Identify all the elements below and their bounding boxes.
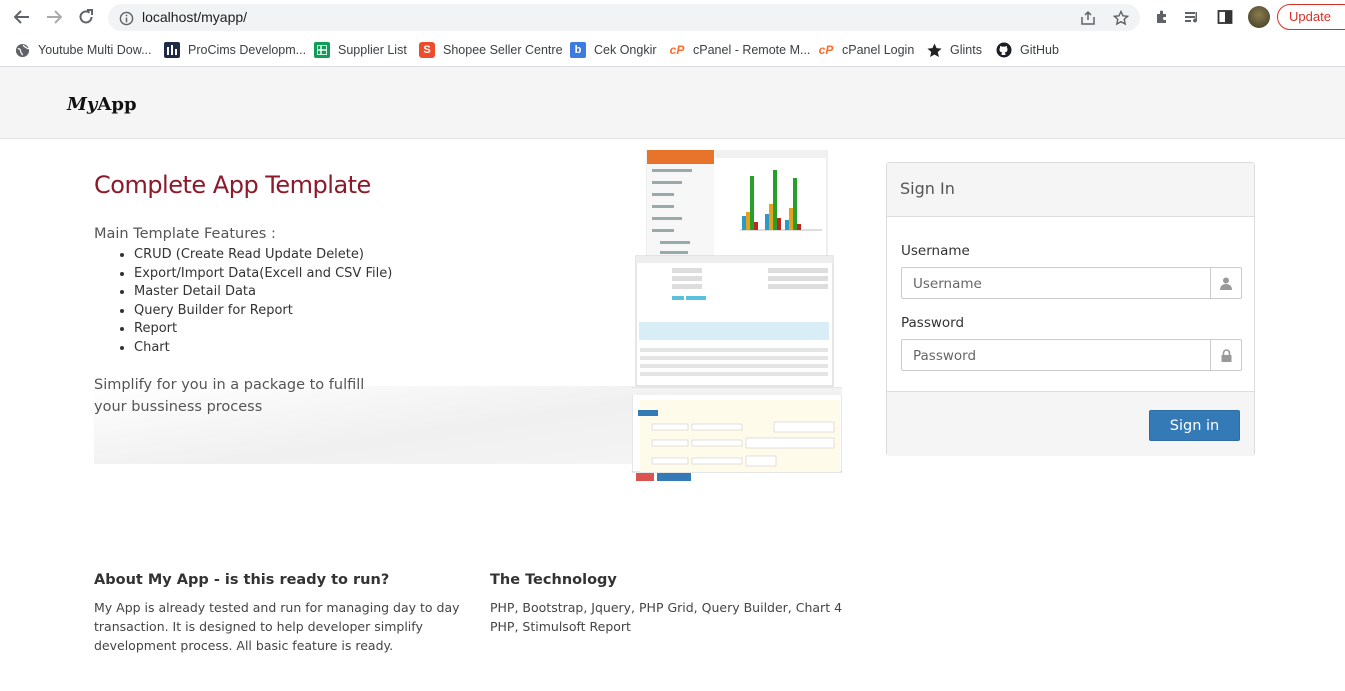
app-preview-collage — [631, 149, 843, 481]
features-list: CRUD (Create Read Update Delete) Export/… — [116, 246, 392, 358]
sign-in-button[interactable]: Sign in — [1149, 410, 1240, 441]
bookmark-item[interactable]: cP cPanel - Remote M... — [669, 40, 811, 60]
procims-icon — [164, 42, 180, 58]
app-navbar: MyApp — [0, 67, 1345, 139]
app-screenshots-image — [631, 149, 843, 485]
forward-button[interactable] — [43, 6, 65, 28]
sign-in-title: Sign In — [887, 163, 1254, 217]
features-heading: Main Template Features : — [94, 226, 276, 242]
arrow-right-icon — [47, 10, 62, 24]
bookmark-item[interactable]: Glints — [926, 40, 982, 60]
about-text-line: My App is already tested and run for man… — [94, 600, 460, 615]
username-input[interactable] — [911, 269, 1215, 299]
bookmark-label: GitHub — [1020, 43, 1059, 57]
feature-item: Export/Import Data(Excell and CSV File) — [134, 265, 392, 284]
bookmark-label: ProCims Developm... — [188, 43, 307, 57]
shopee-icon: S — [419, 42, 435, 58]
feature-item: Report — [134, 320, 392, 339]
feature-item: CRUD (Create Read Update Delete) — [134, 246, 392, 265]
github-icon — [996, 42, 1012, 58]
feature-item: Query Builder for Report — [134, 302, 392, 321]
password-field[interactable] — [901, 339, 1242, 371]
browser-toolbar: localhost/myapp/ Update ⋮ — [0, 0, 1345, 34]
bookmark-item[interactable]: S Shopee Seller Centre — [419, 40, 563, 60]
sign-in-panel: Sign In Username Password Sign in — [886, 162, 1255, 456]
bookmark-label: Shopee Seller Centre — [443, 43, 563, 57]
reload-button[interactable] — [75, 6, 97, 28]
bookmark-item[interactable]: Youtube Multi Dow... — [14, 40, 152, 60]
bookmark-item[interactable]: ProCims Developm... — [164, 40, 306, 60]
technology-text-line: PHP, Stimulsoft Report — [490, 619, 631, 634]
lock-icon — [1210, 340, 1241, 370]
password-label: Password — [901, 315, 965, 331]
cek-ongkir-icon: b — [570, 42, 586, 58]
info-icon[interactable] — [116, 8, 136, 28]
bookmark-label: cPanel - Remote M... — [693, 43, 811, 57]
bookmark-item[interactable]: b Cek Ongkir — [570, 40, 657, 60]
bookmark-star-icon[interactable] — [1111, 8, 1131, 28]
reload-icon — [79, 9, 93, 24]
bookmark-item[interactable]: GitHub — [996, 40, 1059, 60]
address-bar[interactable]: localhost/myapp/ — [108, 4, 1140, 31]
extensions-icon[interactable] — [1152, 7, 1172, 27]
user-icon — [1210, 268, 1241, 298]
bookmark-label: Cek Ongkir — [594, 43, 657, 57]
username-field[interactable] — [901, 267, 1242, 299]
technology-text-line: PHP, Bootstrap, Jquery, PHP Grid, Query … — [490, 600, 843, 615]
hero-tagline: Simplify for you in a package to fulfill… — [94, 377, 365, 415]
bookmark-label: cPanel Login — [842, 43, 915, 57]
bookmark-item[interactable]: cP cPanel Login — [818, 40, 915, 60]
media-queue-icon[interactable] — [1183, 7, 1203, 27]
about-text-line: transaction. It is designed to help deve… — [94, 619, 423, 634]
profile-avatar[interactable] — [1248, 6, 1270, 28]
globe-icon — [14, 42, 30, 58]
technology-text: PHP, Bootstrap, Jquery, PHP Grid, Query … — [490, 598, 842, 636]
share-icon[interactable] — [1078, 8, 1098, 28]
brand-logo[interactable]: MyApp — [67, 94, 137, 115]
brand-app: App — [97, 94, 137, 115]
bookmarks-bar: Youtube Multi Dow... ProCims Developm...… — [0, 34, 1345, 67]
bookmark-label: Supplier List — [338, 43, 407, 57]
about-heading: About My App - is this ready to run? — [94, 572, 390, 588]
cpanel-icon: cP — [669, 43, 685, 57]
update-label: Update — [1289, 9, 1331, 24]
side-panel-icon[interactable] — [1215, 7, 1235, 27]
arrow-left-icon — [14, 10, 29, 24]
about-text-line: development process. All basic feature i… — [94, 638, 394, 653]
password-input[interactable] — [911, 341, 1215, 371]
technology-heading: The Technology — [490, 572, 617, 588]
glints-icon — [926, 42, 942, 58]
feature-item: Master Detail Data — [134, 283, 392, 302]
back-button[interactable] — [11, 6, 33, 28]
username-label: Username — [901, 243, 970, 259]
sheets-icon — [314, 42, 330, 58]
brand-my: My — [67, 94, 98, 115]
update-button[interactable]: Update ⋮ — [1277, 4, 1345, 30]
sign-in-footer: Sign in — [887, 391, 1254, 456]
cpanel-icon: cP — [818, 43, 834, 57]
hero-title: Complete App Template — [94, 171, 371, 199]
bookmark-label: Youtube Multi Dow... — [38, 43, 152, 57]
about-text: My App is already tested and run for man… — [94, 598, 460, 655]
url-text[interactable]: localhost/myapp/ — [142, 9, 247, 25]
feature-item: Chart — [134, 339, 392, 358]
bookmark-item[interactable]: Supplier List — [314, 40, 407, 60]
bookmark-label: Glints — [950, 43, 982, 57]
